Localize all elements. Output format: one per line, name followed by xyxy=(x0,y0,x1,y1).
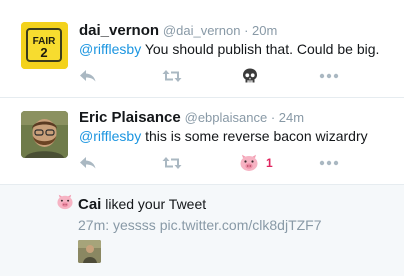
tweet-text: @rifflesby this is some reverse bacon wi… xyxy=(79,128,368,144)
liker-name[interactable]: Cai xyxy=(78,196,101,213)
tweet-time[interactable]: 24m xyxy=(279,110,304,125)
user-name[interactable]: Eric Plaisance xyxy=(79,109,181,126)
pig-icon xyxy=(240,154,258,171)
more-button[interactable] xyxy=(319,66,339,86)
separator: · xyxy=(240,23,253,38)
reply-button[interactable] xyxy=(79,153,97,173)
tweet-header: dai_vernon @dai_vernon · 20m xyxy=(79,22,277,39)
reply-button[interactable] xyxy=(79,66,97,86)
tweet-body: You should publish that. Could be big. xyxy=(141,41,380,57)
mention-link[interactable]: @rifflesby xyxy=(79,41,141,57)
tweet-text: @rifflesby You should publish that. Coul… xyxy=(79,41,379,57)
liked-tweet-text: yessss pic.twitter.com/clk8djTZF7 xyxy=(109,217,322,233)
user-handle[interactable]: @dai_vernon xyxy=(163,23,241,38)
user-handle[interactable]: @ebplaisance xyxy=(185,110,268,125)
avatar[interactable] xyxy=(21,111,68,158)
retweet-button[interactable] xyxy=(162,66,182,86)
tweet-actions xyxy=(79,66,399,86)
mention-link[interactable]: @rifflesby xyxy=(79,128,141,144)
retweet-icon xyxy=(162,157,182,169)
reply-icon xyxy=(80,157,96,169)
like-notification[interactable]: Cai liked your Tweet 27m: yessss pic.twi… xyxy=(0,185,404,276)
liked-tweet-preview[interactable]: 27m: yessss pic.twitter.com/clk8djTZF7 xyxy=(78,217,322,233)
more-button[interactable] xyxy=(319,153,339,173)
more-icon xyxy=(319,160,339,166)
notification-icon xyxy=(56,194,74,215)
fair-2-sign-icon: FAIR 2 xyxy=(21,22,68,69)
user-name[interactable]: dai_vernon xyxy=(79,22,159,39)
tweet-header: Eric Plaisance @ebplaisance · 24m xyxy=(79,109,304,126)
like-count: 1 xyxy=(266,156,273,170)
photo-thumbnail-icon xyxy=(78,240,101,263)
liked-tweet-time: 27m: xyxy=(78,217,110,233)
reply-icon xyxy=(80,70,96,82)
like-button[interactable]: 1 xyxy=(239,153,273,173)
tweet-actions: 1 xyxy=(79,153,399,173)
bearded-man-avatar-icon xyxy=(21,111,68,158)
separator: · xyxy=(267,110,279,125)
retweet-button[interactable] xyxy=(162,153,182,173)
liked-tweet-thumbnail[interactable] xyxy=(78,240,101,263)
pig-icon xyxy=(57,194,73,210)
tweet-time[interactable]: 20m xyxy=(252,23,277,38)
avatar[interactable]: FAIR 2 xyxy=(21,22,68,69)
more-icon xyxy=(319,73,339,79)
like-button[interactable] xyxy=(241,66,266,86)
tweet-dai-vernon[interactable]: FAIR 2 dai_vernon @dai_vernon · 20m @rif… xyxy=(0,0,404,98)
tweet-eric-plaisance[interactable]: Eric Plaisance @ebplaisance · 24m @riffl… xyxy=(0,97,404,185)
svg-text:2: 2 xyxy=(40,45,47,60)
notification-action: liked your Tweet xyxy=(101,196,207,212)
skull-icon xyxy=(243,68,257,83)
tweet-body: this is some reverse bacon wizardry xyxy=(141,128,368,144)
retweet-icon xyxy=(162,70,182,82)
notification-headline: Cai liked your Tweet xyxy=(78,196,206,213)
